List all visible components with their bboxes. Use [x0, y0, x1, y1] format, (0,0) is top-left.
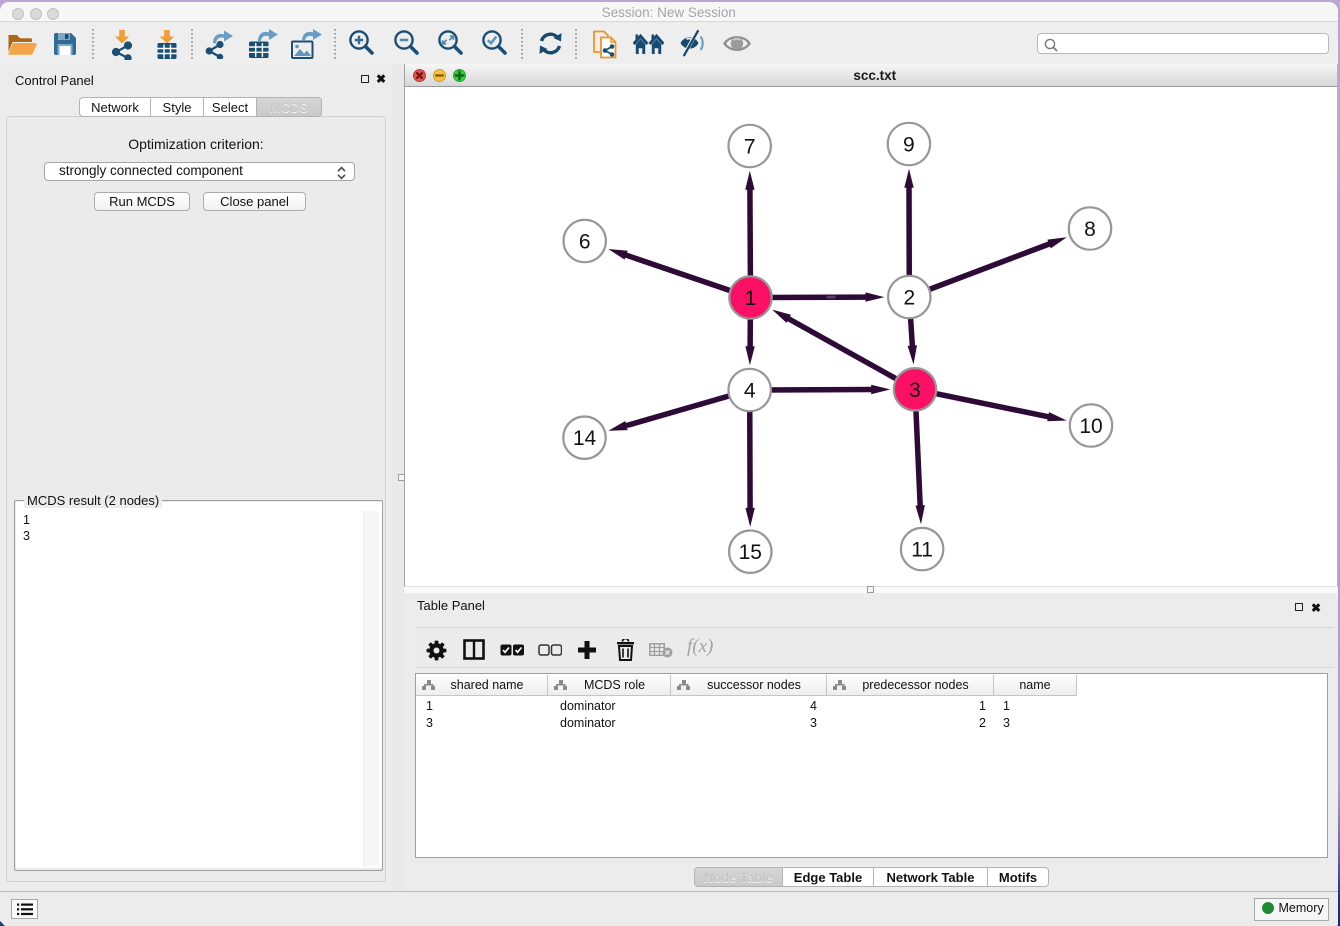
svg-text:10: 10 — [1079, 415, 1102, 438]
svg-text:11: 11 — [911, 539, 933, 562]
svg-text:1: 1 — [745, 287, 757, 310]
svg-text:14: 14 — [573, 427, 597, 450]
svg-text:7: 7 — [744, 136, 756, 159]
svg-text:2: 2 — [903, 287, 915, 310]
svg-text:9: 9 — [903, 134, 915, 157]
svg-text:6: 6 — [579, 231, 591, 254]
svg-text:8: 8 — [1084, 218, 1096, 241]
svg-text:15: 15 — [739, 541, 762, 564]
svg-text:3: 3 — [909, 379, 921, 402]
svg-text:4: 4 — [744, 380, 756, 403]
